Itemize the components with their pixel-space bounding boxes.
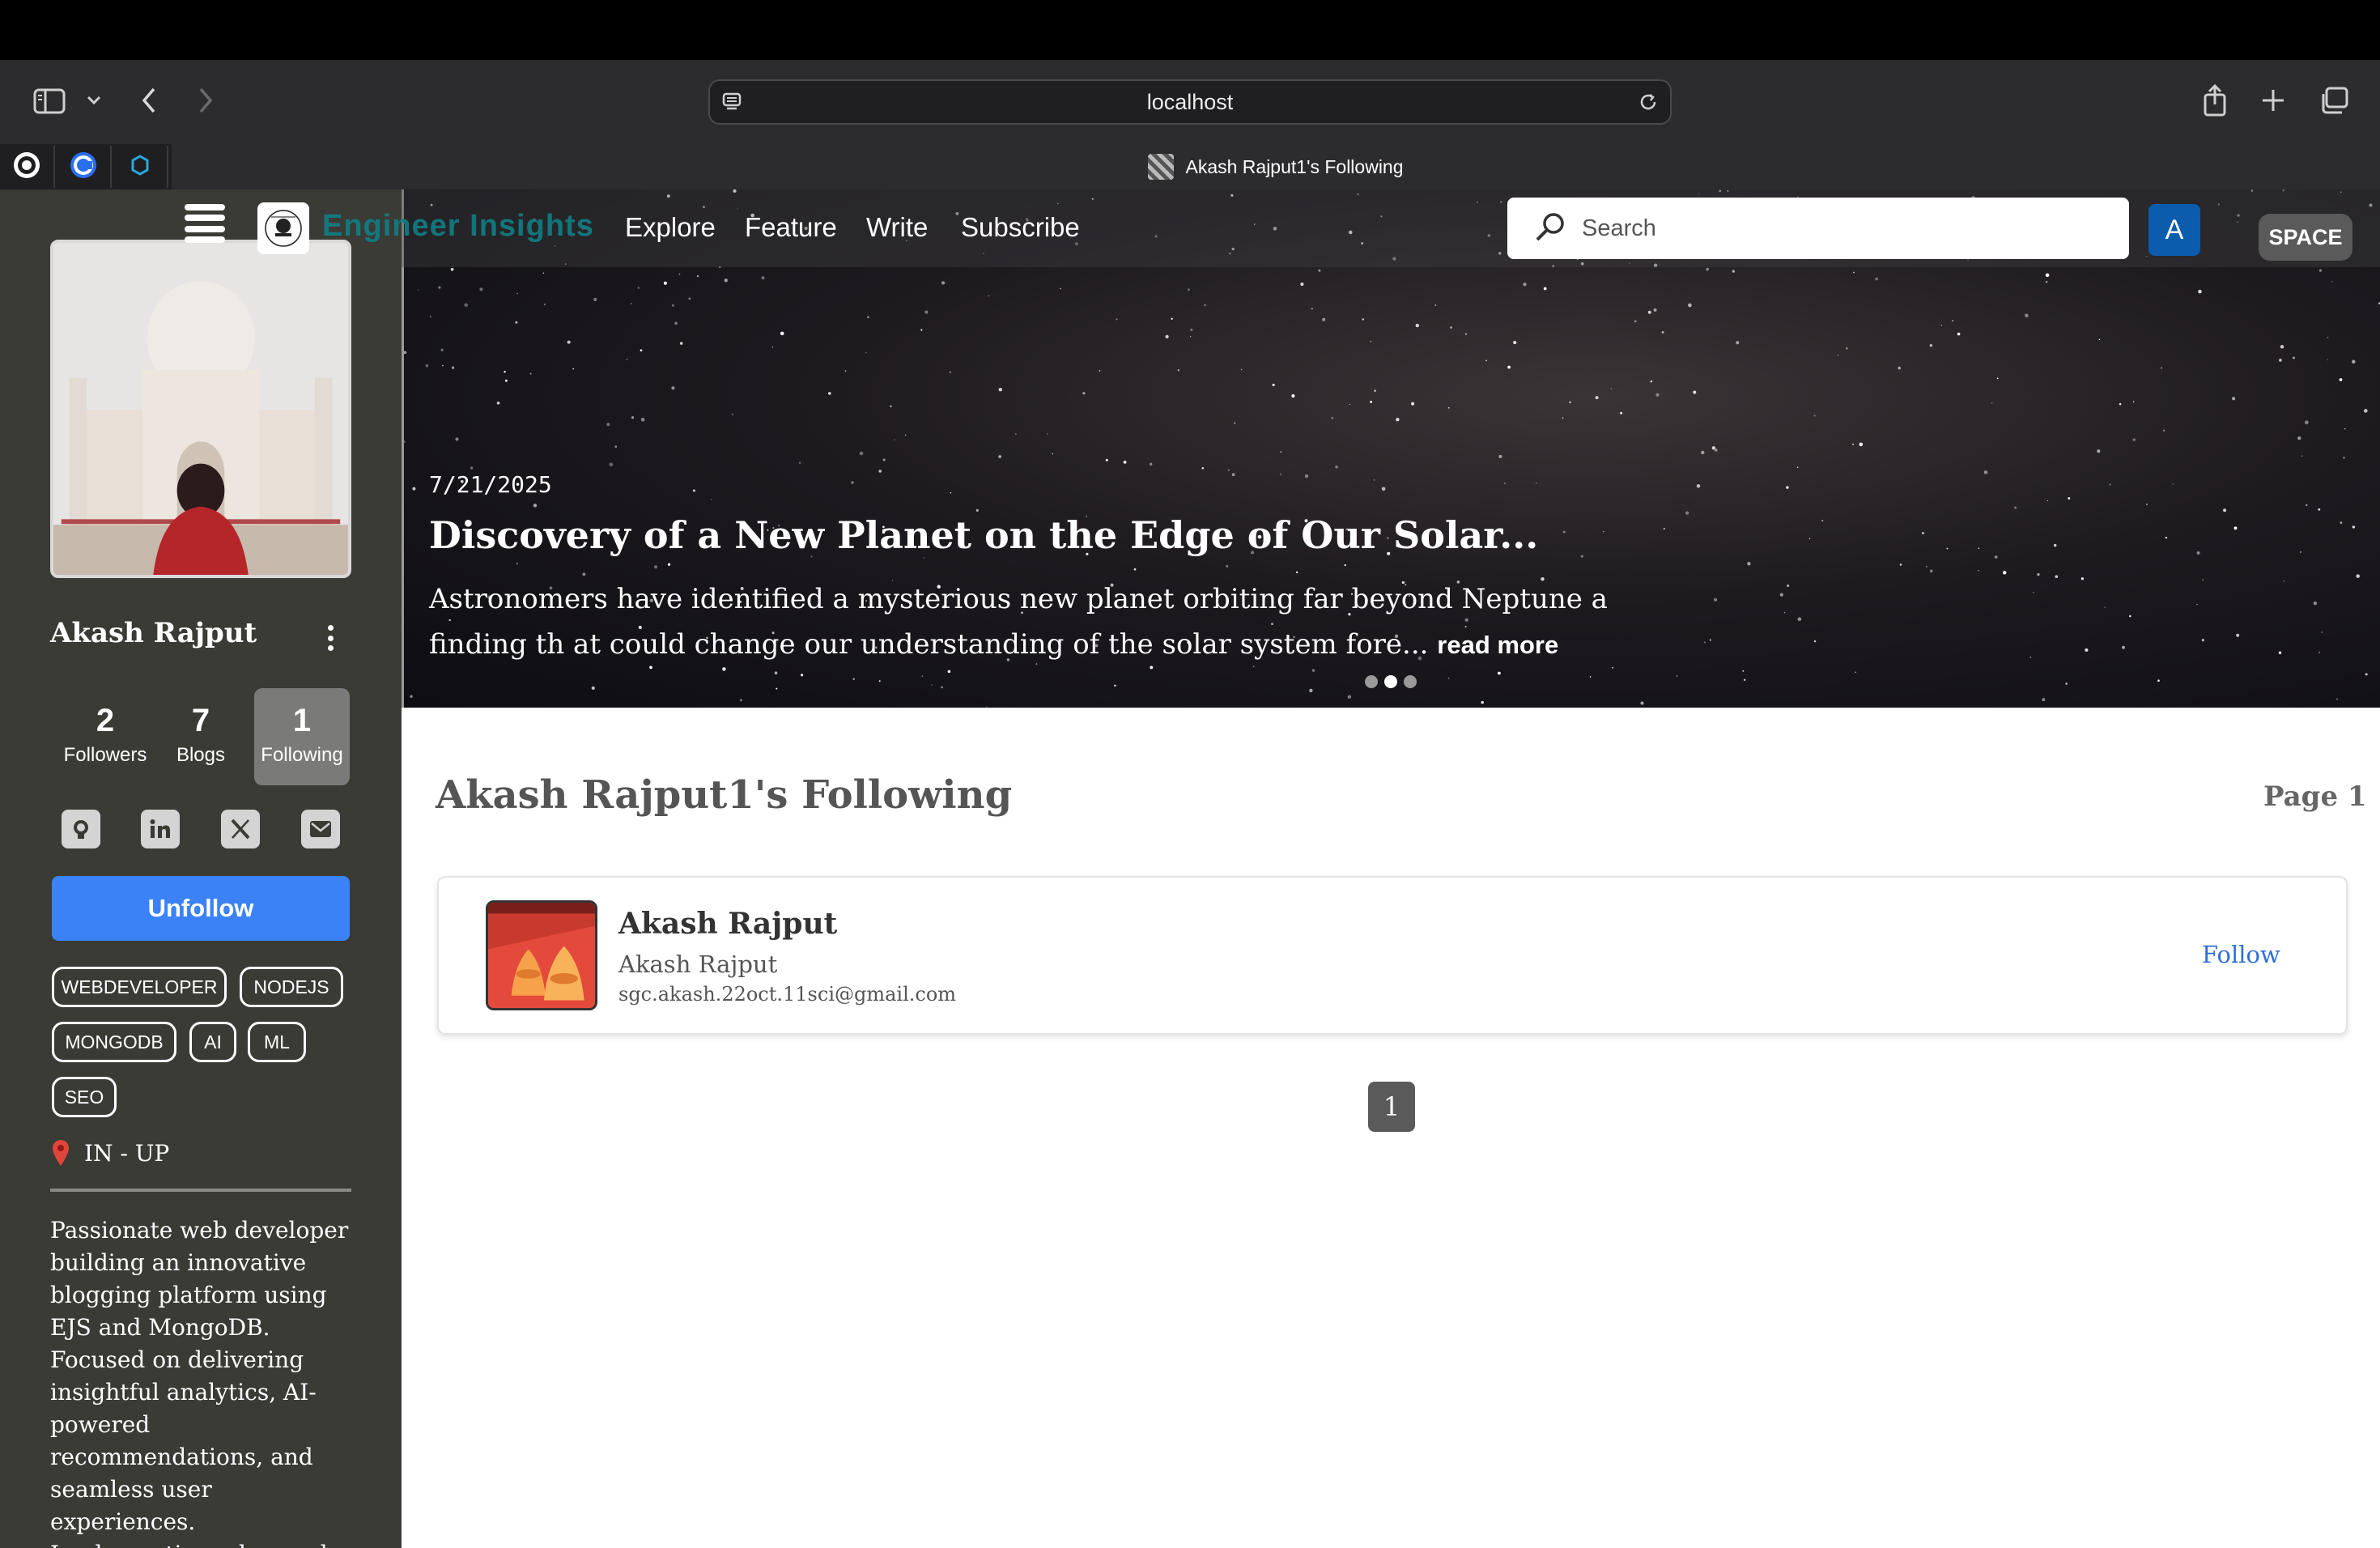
following-email: sgc.akash.22oct.11sci@gmail.com	[618, 983, 957, 1006]
carousel-dot-2[interactable]	[1384, 675, 1397, 688]
following-count: 1	[292, 703, 312, 738]
search-box[interactable]	[1507, 198, 2129, 259]
share-icon[interactable]	[2199, 81, 2231, 120]
site-name[interactable]: Engineer Insights	[322, 209, 594, 244]
followers-count: 2	[96, 703, 115, 738]
read-more-link[interactable]: read more	[1437, 631, 1558, 659]
tag-ai[interactable]: AI	[189, 1022, 236, 1062]
active-tab[interactable]: Akash Rajput1's Following	[172, 144, 2380, 189]
profile-photo	[50, 240, 351, 578]
location-text: IN - UP	[84, 1139, 170, 1167]
new-tab-icon[interactable]	[2257, 84, 2289, 117]
unfollow-button[interactable]: Unfollow	[52, 876, 350, 941]
following-avatar[interactable]	[486, 900, 597, 1010]
sidebar-toggle-icon[interactable]	[31, 86, 68, 117]
nav-feature[interactable]: Feature	[745, 212, 837, 243]
page-title: Akash Rajput1's Following	[436, 772, 1013, 818]
tag-ml[interactable]: ML	[248, 1022, 306, 1062]
url-text: localhost	[1146, 90, 1234, 114]
location-pin-icon	[50, 1138, 71, 1167]
pinned-tab-1[interactable]	[0, 146, 55, 188]
user-avatar-button[interactable]: A	[2148, 204, 2200, 256]
stat-blogs[interactable]: 7 Blogs	[153, 688, 249, 785]
nav-write[interactable]: Write	[866, 212, 928, 243]
more-options-icon[interactable]	[317, 622, 343, 654]
page-indicator: Page 1	[2263, 780, 2367, 813]
hero-description: Astronomers have identified a mysterious…	[429, 576, 1708, 668]
tab-overview-icon[interactable]	[2317, 84, 2351, 117]
pagination-page-1[interactable]: 1	[1368, 1082, 1415, 1132]
followers-label: Followers	[63, 744, 147, 766]
hero-title[interactable]: Discovery of a New Planet on the Edge of…	[429, 513, 1538, 557]
tag-nodejs[interactable]: NODEJS	[240, 967, 343, 1007]
following-name[interactable]: Akash Rajput	[618, 907, 837, 941]
nav-subscribe[interactable]: Subscribe	[961, 212, 1080, 243]
menu-bar	[0, 0, 2380, 60]
hexagon-icon	[128, 153, 152, 181]
chevron-down-icon[interactable]	[84, 91, 104, 110]
menu-icon[interactable]	[185, 204, 225, 243]
hero-date: 7/21/2025	[429, 471, 552, 498]
linkedin-icon[interactable]	[141, 810, 180, 848]
mail-icon[interactable]	[301, 810, 340, 848]
following-label: Following	[261, 744, 343, 766]
search-icon	[1533, 210, 1567, 248]
blogs-count: 7	[191, 703, 210, 738]
stat-followers[interactable]: 2 Followers	[57, 688, 153, 785]
tab-favicon-icon	[1148, 154, 1175, 180]
following-username: Akash Rajput	[618, 950, 778, 978]
address-bar[interactable]: localhost	[708, 79, 1672, 125]
record-icon	[11, 150, 42, 185]
refresh-app-icon	[68, 150, 99, 185]
follow-button[interactable]: Follow	[2202, 941, 2280, 968]
github-icon[interactable]	[62, 810, 100, 848]
pinned-tab-3[interactable]	[113, 146, 168, 188]
divider	[50, 1189, 351, 1192]
tag-mongodb[interactable]: MONGODB	[52, 1022, 176, 1062]
stat-following[interactable]: 1 Following	[254, 688, 350, 785]
forward-icon[interactable]	[193, 84, 219, 117]
tag-seo[interactable]: SEO	[52, 1077, 117, 1117]
tab-title: Akash Rajput1's Following	[1185, 155, 1404, 177]
pinned-tab-2[interactable]	[57, 146, 112, 188]
site-logo[interactable]	[257, 202, 309, 254]
space-button[interactable]: SPACE	[2259, 214, 2352, 261]
profile-name: Akash Rajput	[50, 617, 257, 649]
tag-webdeveloper[interactable]: WEBDEVELOPER	[52, 967, 227, 1007]
back-icon[interactable]	[136, 84, 162, 117]
hero-description-text: Astronomers have identified a mysterious…	[429, 583, 1608, 661]
reload-icon[interactable]	[1636, 90, 1660, 114]
blogs-label: Blogs	[176, 744, 226, 766]
carousel-dot-1[interactable]	[1365, 675, 1378, 688]
nav-explore[interactable]: Explore	[625, 212, 716, 243]
location: IN - UP	[50, 1138, 169, 1167]
x-icon[interactable]	[221, 810, 260, 848]
profile-bio: Passionate web developer building an inn…	[50, 1217, 349, 1548]
search-input[interactable]	[1582, 215, 2068, 242]
carousel-dot-3[interactable]	[1404, 675, 1417, 688]
